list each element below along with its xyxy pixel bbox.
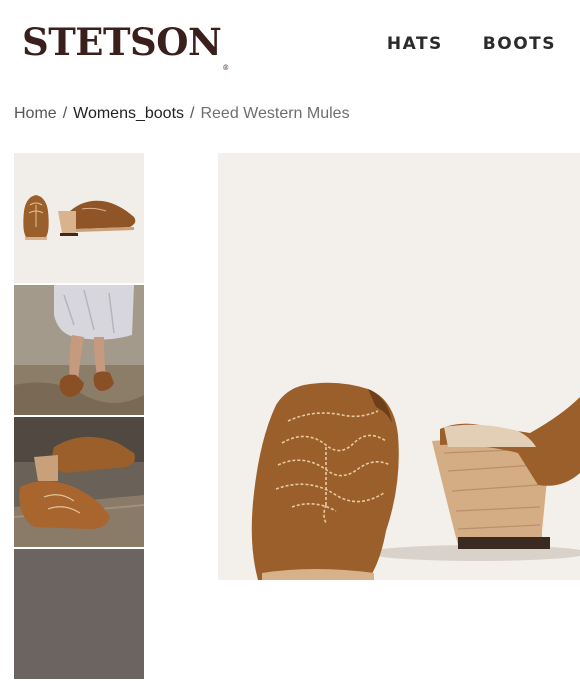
main-product-image[interactable] bbox=[218, 153, 580, 580]
mules-on-wood-closeup-photo bbox=[14, 417, 144, 547]
model-wearing-mules-photo bbox=[14, 285, 144, 415]
breadcrumb-home-link[interactable]: Home bbox=[14, 105, 57, 123]
thumbnail-additional[interactable] bbox=[14, 549, 144, 679]
breadcrumb: Home / Womens_boots / Reed Western Mules bbox=[14, 105, 350, 123]
site-header: STETSON® HATS BOOTS bbox=[0, 0, 580, 90]
thumbnail-gallery bbox=[14, 153, 144, 681]
thumbnail-model-wearing[interactable] bbox=[14, 285, 144, 415]
thumbnail-mules-on-wood[interactable] bbox=[14, 417, 144, 547]
breadcrumb-separator: / bbox=[62, 105, 68, 122]
breadcrumb-womens-boots-link[interactable]: Womens_boots bbox=[73, 105, 184, 123]
thumbnail-product-pair[interactable] bbox=[14, 153, 144, 283]
breadcrumb-current-page: Reed Western Mules bbox=[200, 105, 350, 122]
mule-pair-product-photo bbox=[14, 153, 144, 283]
additional-photo bbox=[14, 549, 144, 679]
nav-boots-link[interactable]: BOOTS bbox=[483, 34, 556, 54]
suede-western-mule-photo bbox=[218, 153, 580, 580]
main-nav: HATS BOOTS bbox=[387, 34, 556, 54]
stetson-logo[interactable]: STETSON® bbox=[22, 20, 229, 72]
logo-text: STETSON bbox=[22, 20, 222, 64]
registered-mark: ® bbox=[222, 64, 229, 72]
breadcrumb-separator: / bbox=[190, 105, 195, 122]
nav-hats-link[interactable]: HATS bbox=[387, 34, 443, 54]
